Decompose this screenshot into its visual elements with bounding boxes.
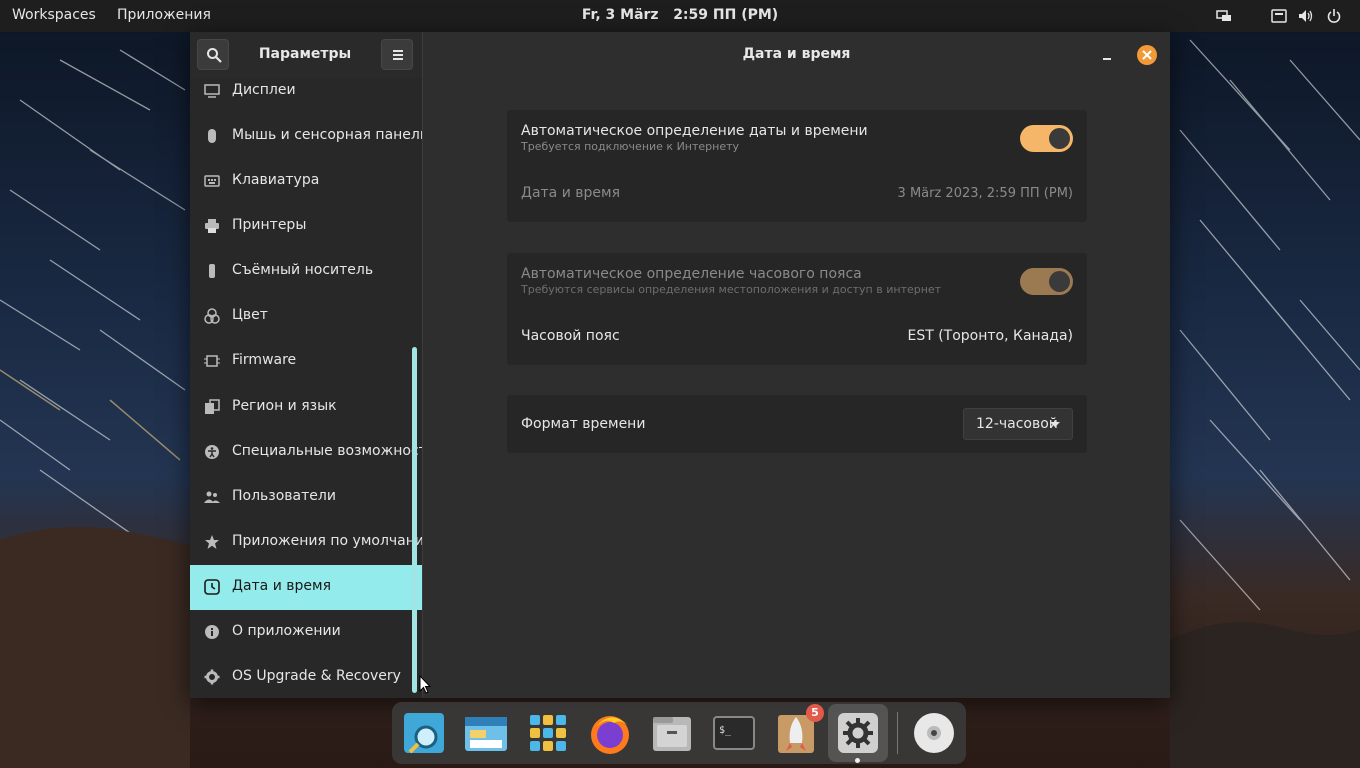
hamburger-menu-icon: [393, 50, 403, 60]
sidebar-item-label: Пользователи: [232, 488, 336, 504]
timezone-label: Часовой пояс: [521, 328, 620, 344]
chip-icon: [204, 353, 220, 369]
display-icon: [204, 83, 220, 99]
usb-drive-icon: [204, 263, 220, 279]
sidebar-scrollbar[interactable]: [412, 347, 417, 693]
sidebar-item-label: О приложении: [232, 623, 341, 639]
sidebar-item-label: Специальные возможности: [232, 443, 423, 459]
settings-window: Дисплеи Мышь и сенсорная панель Клавиату…: [190, 32, 1170, 698]
sidebar-item-label: Приложения по умолчанию: [232, 533, 423, 549]
sidebar-title: Параметры: [258, 46, 352, 62]
time-format-dropdown[interactable]: 12-часовой: [963, 408, 1073, 440]
workspaces-button[interactable]: Workspaces: [12, 7, 96, 23]
auto-datetime-subtitle: Требуется подключение к Интернету: [521, 140, 740, 153]
datetime-label: Дата и время: [521, 185, 620, 201]
sidebar-item-mouse[interactable]: Мышь и сенсорная панель: [190, 114, 422, 159]
minimize-icon: [1103, 58, 1111, 60]
timezone-value[interactable]: EST (Торонто, Канада): [907, 328, 1073, 344]
sidebar-item-label: Дисплеи: [232, 82, 296, 98]
dock: $_ 5: [392, 702, 966, 764]
sidebar-item-printers[interactable]: Принтеры: [190, 204, 422, 249]
sidebar-item-os-upgrade[interactable]: OS Upgrade & Recovery: [190, 655, 422, 698]
sidebar-item-label: Клавиатура: [232, 172, 320, 188]
sidebar: Дисплеи Мышь и сенсорная панель Клавиату…: [190, 32, 423, 698]
time-format-selected: 12-часовой: [976, 416, 1058, 432]
page-title: Дата и время: [742, 46, 851, 62]
toggle-knob: [1049, 271, 1070, 292]
sidebar-header: Параметры: [190, 32, 422, 78]
search-app-icon[interactable]: [400, 709, 448, 757]
running-indicator: [855, 758, 860, 763]
power-icon[interactable]: [1326, 8, 1342, 24]
close-icon: [1142, 50, 1152, 60]
settings-icon[interactable]: [834, 709, 882, 757]
applications-menu-button[interactable]: Приложения: [117, 7, 211, 23]
sidebar-item-color[interactable]: Цвет: [190, 294, 422, 339]
sidebar-item-users[interactable]: Пользователи: [190, 475, 422, 520]
sidebar-item-label: Мышь и сенсорная панель: [232, 127, 423, 143]
info-icon: [204, 624, 220, 640]
auto-datetime-title: Автоматическое определение даты и времен…: [521, 123, 868, 139]
close-button[interactable]: [1137, 45, 1157, 65]
sidebar-item-removable-media[interactable]: Съёмный носитель: [190, 249, 422, 294]
auto-datetime-toggle[interactable]: [1020, 125, 1073, 152]
sidebar-item-label: OS Upgrade & Recovery: [232, 668, 401, 684]
file-cabinet-icon[interactable]: [648, 709, 696, 757]
disc-icon[interactable]: [910, 709, 958, 757]
chevron-down-icon: [1050, 422, 1060, 427]
content-pane: Дата и время Автоматическое определение …: [423, 32, 1170, 698]
sidebar-item-label: Принтеры: [232, 217, 307, 233]
sidebar-item-label: Дата и время: [232, 578, 331, 594]
auto-timezone-title: Автоматическое определение часового пояс…: [521, 266, 862, 282]
terminal-icon[interactable]: $_: [710, 709, 758, 757]
sidebar-item-accessibility[interactable]: Специальные возможности: [190, 430, 422, 475]
app-grid-icon[interactable]: [524, 709, 572, 757]
sidebar-item-keyboard[interactable]: Клавиатура: [190, 159, 422, 204]
auto-timezone-subtitle: Требуются сервисы определения местополож…: [521, 283, 942, 296]
sidebar-item-firmware[interactable]: Firmware: [190, 339, 422, 384]
display-icon[interactable]: [1216, 8, 1232, 24]
keyboard-icon: [204, 173, 220, 189]
time-format-card: Формат времени 12-часовой: [507, 395, 1087, 453]
date-time-indicator[interactable]: Fr, 3 März 2:59 ПП (PM): [582, 7, 778, 23]
sidebar-item-label: Цвет: [232, 307, 268, 323]
menu-button[interactable]: [381, 39, 413, 70]
sidebar-item-label: Съёмный носитель: [232, 262, 374, 278]
printer-icon: [204, 218, 220, 234]
sidebar-item-label: Регион и язык: [232, 398, 337, 414]
search-button[interactable]: [197, 39, 229, 70]
content-header: Дата и время: [423, 32, 1170, 78]
sidebar-item-region-language[interactable]: Регион и язык: [190, 385, 422, 430]
sidebar-item-label: Firmware: [232, 352, 297, 368]
language-icon: [204, 399, 220, 415]
files-manager-icon[interactable]: [462, 709, 510, 757]
firefox-icon[interactable]: [586, 709, 634, 757]
top-panel: Workspaces Приложения Fr, 3 März 2:59 ПП…: [0, 0, 1360, 32]
toggle-knob: [1049, 128, 1070, 149]
minimize-button[interactable]: [1097, 46, 1117, 66]
sidebar-item-date-time[interactable]: Дата и время: [190, 565, 422, 610]
users-icon: [204, 489, 220, 505]
date-time-card: Автоматическое определение даты и времен…: [507, 110, 1087, 222]
clock-icon: [204, 579, 220, 595]
accessibility-icon: [204, 444, 220, 460]
auto-timezone-toggle[interactable]: [1020, 268, 1073, 295]
color-icon: [204, 308, 220, 324]
dock-separator: [897, 712, 898, 754]
sidebar-item-default-apps[interactable]: Приложения по умолчанию: [190, 520, 422, 565]
updates-badge: 5: [806, 704, 824, 722]
mouse-cursor: [419, 675, 431, 694]
gear-icon: [204, 669, 220, 685]
datetime-value: 3 März 2023, 2:59 ПП (PM): [897, 186, 1073, 201]
star-icon: [204, 534, 220, 550]
timezone-card: Автоматическое определение часового пояс…: [507, 253, 1087, 365]
time-format-label: Формат времени: [521, 416, 646, 432]
sidebar-item-about[interactable]: О приложении: [190, 610, 422, 655]
svg-text:$_: $_: [719, 725, 732, 736]
search-icon: [207, 48, 222, 63]
mouse-icon: [204, 128, 220, 144]
keyboard-icon[interactable]: [1271, 8, 1287, 24]
volume-icon[interactable]: [1298, 8, 1314, 24]
